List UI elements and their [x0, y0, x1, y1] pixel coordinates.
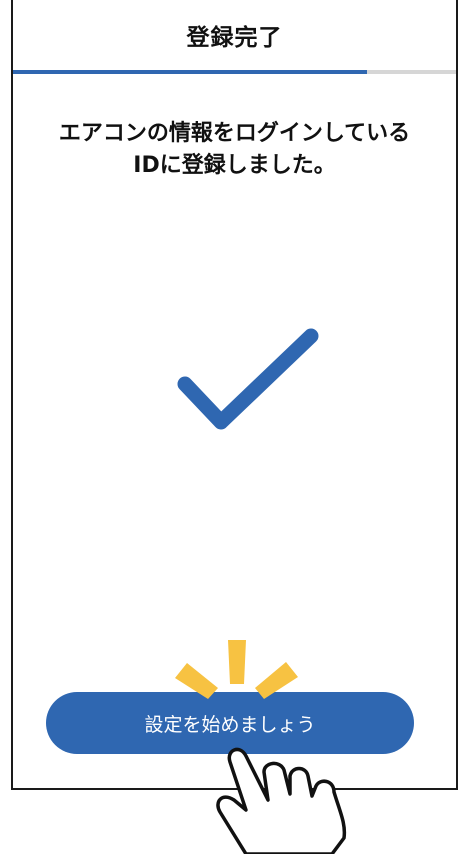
checkmark-icon	[177, 328, 319, 430]
start-settings-button[interactable]: 設定を始めましょう	[46, 692, 414, 754]
header: 登録完了	[13, 0, 456, 70]
progress-bar-fill	[13, 70, 368, 74]
completion-message: エアコンの情報をログインしている IDに登録しました。	[13, 118, 456, 182]
screen-frame: 登録完了 エアコンの情報をログインしている IDに登録しました。	[11, 0, 458, 790]
message-line-1: エアコンの情報をログインしている	[58, 121, 411, 146]
progress-bar	[13, 70, 456, 74]
message-line-2: IDに登録しました。	[133, 153, 336, 178]
page-title: 登録完了	[186, 25, 283, 51]
